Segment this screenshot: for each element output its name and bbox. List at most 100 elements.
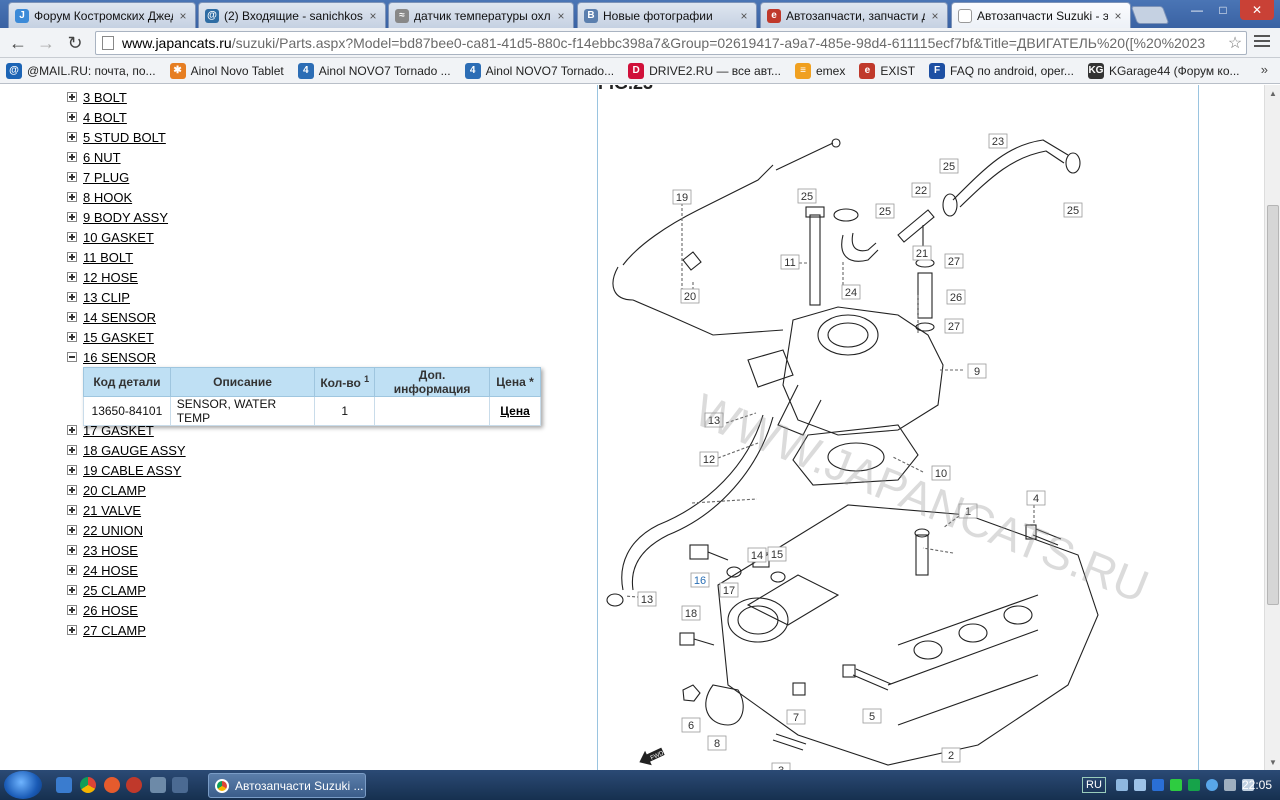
callout-label[interactable]: 20 xyxy=(680,288,700,304)
expand-icon[interactable] xyxy=(67,112,77,122)
expand-icon[interactable] xyxy=(67,332,77,342)
callout-label[interactable]: 16 xyxy=(690,572,710,588)
callout-label[interactable]: 14 xyxy=(747,547,767,563)
url-text[interactable]: www.japancats.ru/suzuki/Parts.aspx?Model… xyxy=(122,35,1224,51)
tree-item[interactable]: 21 VALVE xyxy=(67,502,141,518)
callout-label[interactable]: 25 xyxy=(1063,202,1083,218)
callout-label[interactable]: 25 xyxy=(875,203,895,219)
callout-label[interactable]: 4 xyxy=(1026,490,1046,506)
tree-item[interactable]: 7 PLUG xyxy=(67,169,129,185)
callout-label[interactable]: 7 xyxy=(786,709,806,725)
tree-item-link[interactable]: 23 HOSE xyxy=(83,543,138,558)
tab-close-icon[interactable]: × xyxy=(738,9,750,23)
tree-item-link[interactable]: 8 HOOK xyxy=(83,190,132,205)
tree-item[interactable]: 4 BOLT xyxy=(67,109,127,125)
tree-item[interactable]: 12 HOSE xyxy=(67,269,138,285)
bookmark-item[interactable]: 4 Ainol NOVO7 Tornado... xyxy=(464,62,614,79)
callout-label[interactable]: 19 xyxy=(672,189,692,205)
reload-button[interactable]: ↻ xyxy=(63,32,87,54)
address-bar[interactable]: www.japancats.ru/suzuki/Parts.aspx?Model… xyxy=(95,31,1247,55)
expand-icon[interactable] xyxy=(67,272,77,282)
menu-icon[interactable] xyxy=(1254,35,1270,49)
tab-close-icon[interactable]: × xyxy=(1112,9,1124,23)
expand-icon[interactable] xyxy=(67,505,77,515)
browser-tab[interactable]: B Новые фотографии × xyxy=(577,2,757,28)
callout-label[interactable]: 9 xyxy=(967,363,987,379)
price-link[interactable]: Цена xyxy=(500,404,530,418)
bookmarks-overflow-icon[interactable]: » xyxy=(1261,62,1268,77)
tree-item[interactable]: 14 SENSOR xyxy=(67,309,156,325)
tree-item[interactable]: 10 GASKET xyxy=(67,229,154,245)
tree-item-link[interactable]: 5 STUD BOLT xyxy=(83,130,166,145)
tree-item[interactable]: 9 BODY ASSY xyxy=(67,209,168,225)
tree-item-link[interactable]: 24 HOSE xyxy=(83,563,138,578)
expand-icon[interactable] xyxy=(67,585,77,595)
tray-device-icon[interactable] xyxy=(1223,779,1236,791)
callout-label[interactable]: 27 xyxy=(944,318,964,334)
tab-close-icon[interactable]: × xyxy=(177,9,189,23)
expand-icon[interactable] xyxy=(67,292,77,302)
callout-label[interactable]: 15 xyxy=(767,546,787,562)
tree-item-link[interactable]: 27 CLAMP xyxy=(83,623,146,638)
tree-item[interactable]: 15 GASKET xyxy=(67,329,154,345)
minimize-button[interactable]: — xyxy=(1184,0,1210,20)
callout-label[interactable]: 22 xyxy=(911,182,931,198)
expand-icon[interactable] xyxy=(67,565,77,575)
expand-icon[interactable] xyxy=(67,172,77,182)
browser-tab[interactable]: Автозапчасти Suzuki - эле × xyxy=(951,2,1131,28)
callout-label[interactable]: 25 xyxy=(939,158,959,174)
tree-item[interactable]: 23 HOSE xyxy=(67,542,138,558)
callout-label[interactable]: 11 xyxy=(780,254,800,270)
tree-item-link[interactable]: 19 CABLE ASSY xyxy=(83,463,181,478)
expand-icon[interactable] xyxy=(67,232,77,242)
vertical-scrollbar[interactable]: ▲ ▼ xyxy=(1264,85,1280,770)
expand-icon[interactable] xyxy=(67,605,77,615)
quicklaunch-chrome-icon[interactable] xyxy=(80,777,96,793)
tree-item[interactable]: 26 HOSE xyxy=(67,602,138,618)
tree-item[interactable]: 6 NUT xyxy=(67,149,121,165)
quicklaunch-desktop-icon[interactable] xyxy=(172,777,188,793)
tree-item-link[interactable]: 21 VALVE xyxy=(83,503,141,518)
tree-item-link[interactable]: 14 SENSOR xyxy=(83,310,156,325)
expand-icon[interactable] xyxy=(67,212,77,222)
callout-label[interactable]: 18 xyxy=(681,605,701,621)
expand-icon[interactable] xyxy=(67,132,77,142)
browser-tab[interactable]: J Форум Костромских Джед × xyxy=(8,2,196,28)
tree-item-link[interactable]: 26 HOSE xyxy=(83,603,138,618)
callout-label[interactable]: 8 xyxy=(707,735,727,751)
tree-item-link[interactable]: 6 NUT xyxy=(83,150,121,165)
callout-label[interactable]: 5 xyxy=(862,708,882,724)
tree-item[interactable]: 16 SENSOR xyxy=(67,349,156,365)
bluetooth-icon[interactable] xyxy=(1151,779,1164,791)
tree-item-link[interactable]: 18 GAUGE ASSY xyxy=(83,443,186,458)
tree-item-link[interactable]: 3 BOLT xyxy=(83,90,127,105)
scroll-down-icon[interactable]: ▼ xyxy=(1265,754,1280,770)
tree-item[interactable]: 13 CLIP xyxy=(67,289,130,305)
quicklaunch-opera-icon[interactable] xyxy=(126,777,142,793)
callout-label[interactable]: 2 xyxy=(941,747,961,763)
forward-button[interactable]: → xyxy=(34,32,58,54)
tab-close-icon[interactable]: × xyxy=(929,9,941,23)
tray-arrow-icon[interactable] xyxy=(1115,779,1128,791)
bookmark-item[interactable]: D DRIVE2.RU — все авт... xyxy=(628,62,781,79)
quicklaunch-app-icon[interactable] xyxy=(150,777,166,793)
expand-icon[interactable] xyxy=(67,252,77,262)
expand-icon[interactable] xyxy=(67,92,77,102)
tree-item-link[interactable]: 20 CLAMP xyxy=(83,483,146,498)
new-tab-button[interactable] xyxy=(1130,6,1170,24)
expand-icon[interactable] xyxy=(67,485,77,495)
taskbar-task-chrome[interactable]: Автозапчасти Suzuki ... xyxy=(208,773,366,798)
tree-item[interactable]: 19 CABLE ASSY xyxy=(67,462,181,478)
callout-label[interactable]: 25 xyxy=(797,188,817,204)
browser-tab[interactable]: e Автозапчасти, запчасти д × xyxy=(760,2,948,28)
callout-label[interactable]: 23 xyxy=(988,133,1008,149)
tray-status-icon[interactable] xyxy=(1187,779,1200,791)
bookmark-item[interactable]: F FAQ по android, oper... xyxy=(929,62,1074,79)
bookmark-item[interactable]: KG KGarage44 (Форум ко... xyxy=(1087,62,1240,79)
tree-item-link[interactable]: 9 BODY ASSY xyxy=(83,210,168,225)
expand-icon[interactable] xyxy=(67,152,77,162)
tree-item-link[interactable]: 7 PLUG xyxy=(83,170,129,185)
bookmark-item[interactable]: e EXIST xyxy=(859,62,915,79)
back-button[interactable]: ← xyxy=(6,32,30,54)
tree-item-link[interactable]: 13 CLIP xyxy=(83,290,130,305)
